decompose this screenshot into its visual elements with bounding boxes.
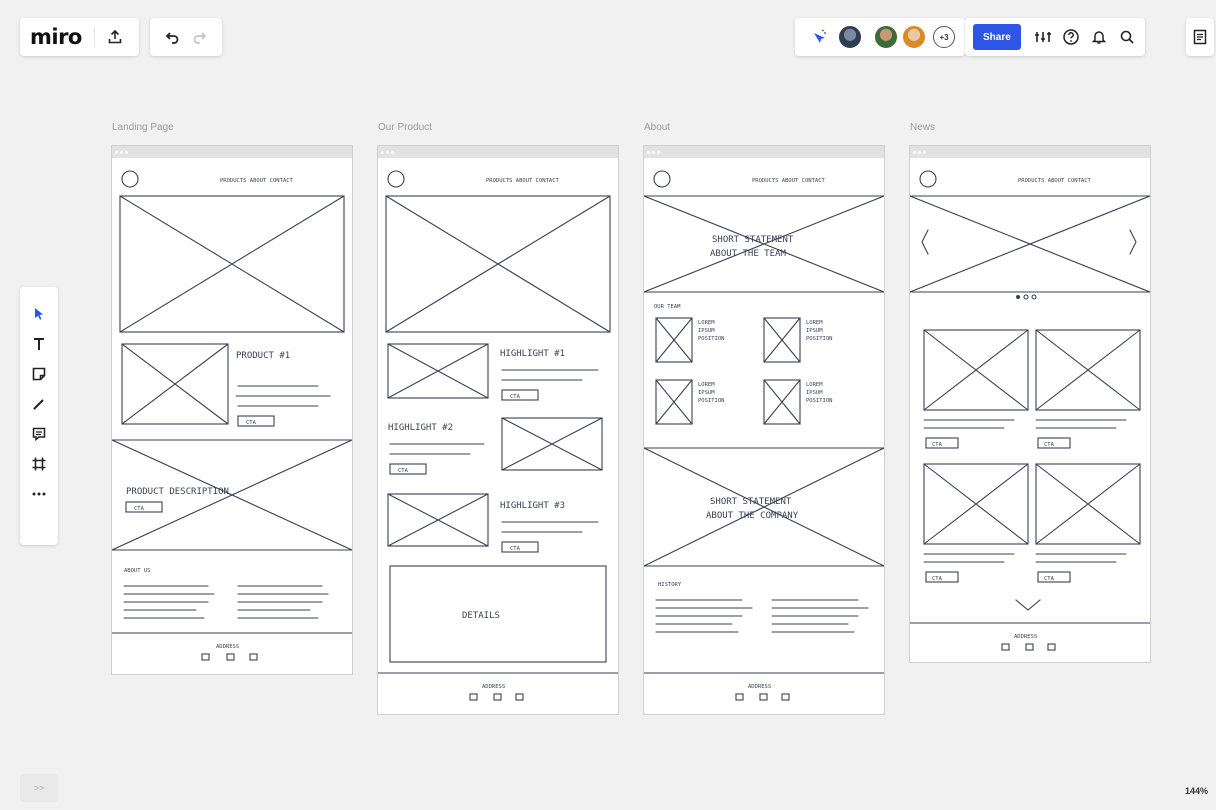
text-tool-icon[interactable] xyxy=(25,329,53,359)
team-statement-line-2: ABOUT THE TEAM xyxy=(710,249,786,259)
miro-logo[interactable]: miro xyxy=(30,25,82,49)
frame-window-bar xyxy=(910,146,1150,158)
frame-about[interactable]: PRODUCTS ABOUT CONTACT SHORT STATEMENT A… xyxy=(643,145,885,715)
board-menu-panel xyxy=(1186,18,1214,56)
share-button[interactable]: Share xyxy=(973,24,1021,50)
product-heading: PRODUCT #1 xyxy=(236,351,290,361)
member-name: LOREM xyxy=(698,320,715,326)
member-surname: IPSUM xyxy=(806,390,823,396)
divider xyxy=(93,27,95,47)
highlight-3: HIGHLIGHT #3 xyxy=(500,501,565,511)
more-collaborators-badge[interactable]: +3 xyxy=(933,26,955,48)
cta-label: CTA xyxy=(398,468,409,474)
member-name: LOREM xyxy=(698,382,715,388)
search-icon[interactable] xyxy=(1113,23,1141,51)
board-menu-icon[interactable] xyxy=(1186,23,1214,51)
cta-label: CTA xyxy=(1044,576,1055,582)
avatar[interactable] xyxy=(837,24,863,50)
settings-icon[interactable] xyxy=(1029,23,1057,51)
history-heading: HISTORY xyxy=(658,582,682,588)
bell-icon[interactable] xyxy=(1085,23,1113,51)
member-position: POSITION xyxy=(806,336,833,342)
help-icon[interactable] xyxy=(1057,23,1085,51)
footer-address: ADDRESS xyxy=(482,684,505,690)
frame-window-bar xyxy=(378,146,618,158)
pen-icon[interactable] xyxy=(25,389,53,419)
news-sketch: PRODUCTS ABOUT CONTACT CTA CTA CTA CTA A… xyxy=(910,170,1150,651)
frame-window-bar xyxy=(644,146,884,158)
our-team-heading: OUR TEAM xyxy=(654,304,681,310)
frame-window-bar xyxy=(112,146,352,158)
cta-label: CTA xyxy=(1044,442,1055,448)
nav-links: PRODUCTS ABOUT CONTACT xyxy=(486,178,560,184)
avatar[interactable] xyxy=(873,24,899,50)
about-us-heading: ABOUT US xyxy=(124,568,151,574)
left-toolbar xyxy=(20,287,58,545)
company-statement-line-2: ABOUT THE COMPANY xyxy=(706,511,799,521)
undo-redo-panel xyxy=(150,18,222,56)
frame-title[interactable]: Our Product xyxy=(378,122,432,133)
nav-links: PRODUCTS ABOUT CONTACT xyxy=(220,178,294,184)
member-surname: IPSUM xyxy=(698,390,715,396)
member-position: POSITION xyxy=(698,398,725,404)
comment-icon[interactable] xyxy=(25,419,53,449)
footer-address: ADDRESS xyxy=(216,644,239,650)
cta-label: CTA xyxy=(510,546,521,552)
highlight-2: HIGHLIGHT #2 xyxy=(388,423,453,433)
tools-panel: Share xyxy=(965,18,1145,56)
frame-icon[interactable] xyxy=(25,449,53,479)
cta-label: CTA xyxy=(932,576,943,582)
collapse-panel-button[interactable]: >> xyxy=(20,774,58,802)
team-member-grid xyxy=(655,317,801,425)
frame-title[interactable]: Landing Page xyxy=(112,122,174,133)
member-position: POSITION xyxy=(698,336,725,342)
frame-title[interactable]: News xyxy=(910,122,935,133)
company-statement-line-1: SHORT STATEMENT xyxy=(710,497,792,507)
member-position: POSITION xyxy=(806,398,833,404)
undo-icon[interactable] xyxy=(158,23,186,51)
select-cursor-icon[interactable] xyxy=(25,299,53,329)
nav-links: PRODUCTS ABOUT CONTACT xyxy=(752,178,826,184)
cta-label: CTA xyxy=(932,442,943,448)
more-tools-icon[interactable] xyxy=(25,479,53,509)
our-product-sketch: PRODUCTS ABOUT CONTACT HIGHLIGHT #1 CTA … xyxy=(378,170,618,701)
cursor-icon[interactable] xyxy=(805,23,833,51)
cta-label: CTA xyxy=(134,506,145,512)
frame-news[interactable]: PRODUCTS ABOUT CONTACT CTA CTA CTA CTA A… xyxy=(909,145,1151,663)
upload-icon[interactable] xyxy=(101,23,129,51)
member-surname: IPSUM xyxy=(698,328,715,334)
team-statement-line-1: SHORT STATEMENT xyxy=(712,235,794,245)
member-name: LOREM xyxy=(806,320,823,326)
nav-links: PRODUCTS ABOUT CONTACT xyxy=(1018,178,1092,184)
collaborators-panel: +3 xyxy=(795,18,965,56)
top-left-panel: miro xyxy=(20,18,139,56)
frame-landing-page[interactable]: PRODUCTS ABOUT CONTACT PRODUCT #1 CTA PR… xyxy=(111,145,353,675)
member-surname: IPSUM xyxy=(806,328,823,334)
frame-title[interactable]: About xyxy=(644,122,670,133)
redo-icon[interactable] xyxy=(186,23,214,51)
footer-address: ADDRESS xyxy=(1014,634,1037,640)
product-description: PRODUCT DESCRIPTION xyxy=(126,487,229,497)
sticky-note-icon[interactable] xyxy=(25,359,53,389)
news-cards xyxy=(923,329,1141,583)
details-label: DETAILS xyxy=(462,611,500,621)
member-name: LOREM xyxy=(806,382,823,388)
cta-label: CTA xyxy=(510,394,521,400)
highlight-1: HIGHLIGHT #1 xyxy=(500,349,565,359)
avatar[interactable] xyxy=(901,24,927,50)
about-sketch: PRODUCTS ABOUT CONTACT SHORT STATEMENT A… xyxy=(644,170,884,701)
landing-page-sketch: PRODUCTS ABOUT CONTACT PRODUCT #1 CTA PR… xyxy=(112,170,352,661)
footer-address: ADDRESS xyxy=(748,684,771,690)
zoom-level[interactable]: 144% xyxy=(1185,786,1208,796)
frame-our-product[interactable]: PRODUCTS ABOUT CONTACT HIGHLIGHT #1 CTA … xyxy=(377,145,619,715)
cta-label: CTA xyxy=(246,420,257,426)
